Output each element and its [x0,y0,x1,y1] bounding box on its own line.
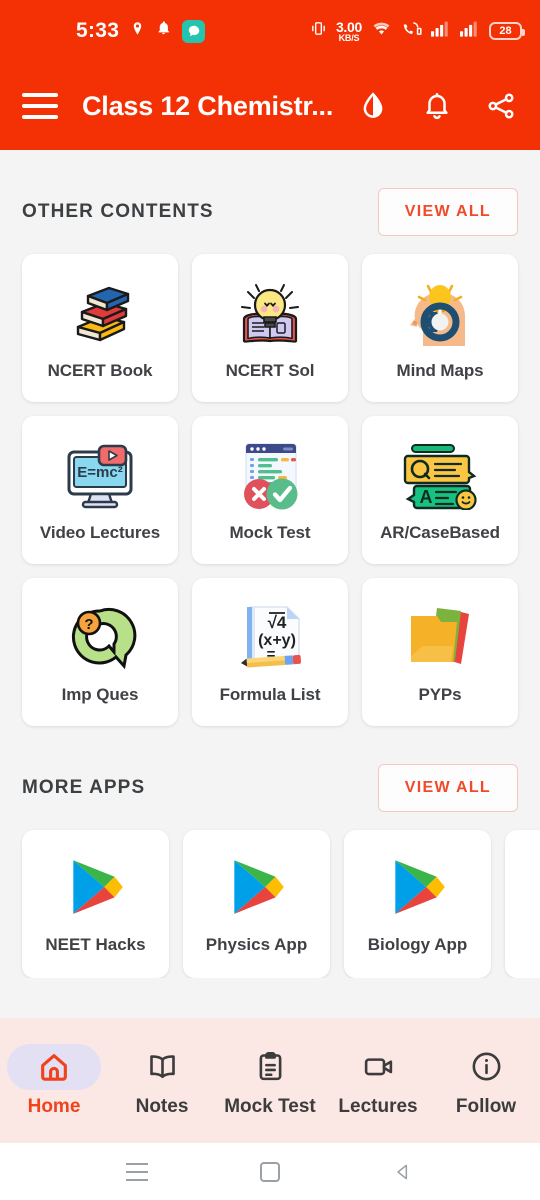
content-card-pyps[interactable]: PYPs [362,578,518,726]
more-apps-view-all-button[interactable]: VIEW ALL [377,764,518,812]
svg-text:A: A [420,487,433,507]
nav-item-notes[interactable]: Notes [108,1044,216,1118]
nav-item-label: Notes [135,1095,189,1117]
app-card-label: Physics App [205,934,308,954]
app-card-label: NEET Hacks [45,934,146,954]
svg-text:?: ? [84,616,93,633]
vibrate-icon [310,20,327,43]
nav-item-label: Home [27,1095,81,1117]
back-triangle-icon[interactable] [383,1157,423,1187]
more-apps-row[interactable]: NEET Hacks Physics App Biology App [0,812,540,978]
content-card-video-lectures[interactable]: E=mc² Video Lectures [22,416,178,564]
bell-icon [156,19,171,43]
head-gear-bulb-icon [401,275,479,353]
status-bar-right: 3.00 KB/S 28 [310,20,525,43]
content-card-label: PYPs [418,685,462,704]
page-title: Class 12 Chemistr... [82,90,334,121]
nav-item-label: Lectures [338,1095,418,1117]
content-card-ar-casebased[interactable]: A AR/CaseBased [362,416,518,564]
app-card-physics-app[interactable]: Physics App [183,830,330,978]
nav-icon-wrap [439,1044,533,1090]
other-contents-header: OTHER CONTENTS VIEW ALL [0,150,540,236]
battery-percent: 28 [499,25,512,37]
status-bar: 5:33 3.00 KB/S 28 [0,0,540,62]
bottom-navigation-bar: Home Notes Mock Test Lectures Follow [0,1018,540,1143]
content-card-label: Video Lectures [39,523,161,542]
content-card-ncert-book[interactable]: NCERT Book [22,254,178,402]
bell-icon[interactable] [420,89,454,123]
app-card-label: Biology App [367,934,468,954]
app-card-neet-hacks[interactable]: NEET Hacks [22,830,169,978]
content-card-label: Mind Maps [396,361,484,380]
nav-item-home[interactable]: Home [0,1043,108,1118]
share-icon[interactable] [484,89,518,123]
status-bar-left: 5:33 [76,19,206,44]
nav-icon-wrap [223,1044,317,1090]
more-apps-title: MORE APPS [22,777,146,798]
system-navigation-bar [0,1143,540,1200]
phone-signal-icon [401,20,422,43]
app-card-biology-app[interactable]: Biology App [344,830,491,978]
content-card-ncert-sol[interactable]: NCERT Sol [192,254,348,402]
formula-sheet-pencil-icon: √4 (x+y) = [233,599,307,677]
content-scroll-area[interactable]: OTHER CONTENTS VIEW ALL NCERT Book NCERT… [0,150,540,1018]
svg-text:√4: √4 [268,613,287,632]
nav-item-label: Mock Test [224,1095,316,1117]
play-store-icon [224,854,290,925]
content-card-mind-maps[interactable]: Mind Maps [362,254,518,402]
test-check-cross-icon [233,437,307,515]
content-card-label: Imp Ques [61,685,139,704]
play-store-icon [63,854,129,925]
more-apps-header: MORE APPS VIEW ALL [0,726,540,812]
hamburger-menu-icon[interactable] [22,93,58,119]
network-speed-unit: KB/S [338,32,360,43]
lightbulb-book-icon [234,275,306,353]
nav-item-label: Follow [455,1095,517,1117]
content-card-label: Mock Test [229,523,311,542]
signal-bars-icon [460,20,480,43]
question-q-icon: ? [62,599,138,677]
other-contents-grid: NCERT Book NCERT Sol Mind Maps E=mc² Vid… [0,236,540,726]
content-card-formula-list[interactable]: √4 (x+y) = Formula List [192,578,348,726]
content-card-label: AR/CaseBased [380,523,500,542]
monitor-play-icon: E=mc² [61,437,139,515]
app-bar: Class 12 Chemistr... [0,62,540,150]
nav-item-follow[interactable]: Follow [432,1044,540,1118]
signal-bars-icon [431,20,451,43]
battery-indicator: 28 [489,22,525,40]
play-store-icon [385,854,451,925]
content-card-label: Formula List [219,685,321,704]
network-speed: 3.00 KB/S [336,20,362,43]
content-card-label: NCERT Sol [225,361,315,380]
svg-text:E=mc²: E=mc² [77,464,122,481]
app-screen: 5:33 3.00 KB/S 28 Class 12 Chemistr... O… [0,0,540,1200]
app-card-next-partial[interactable] [505,830,540,978]
nav-icon-wrap [115,1044,209,1090]
nav-item-mock-test[interactable]: Mock Test [216,1044,324,1118]
location-pin-icon [130,19,145,44]
recents-lines-icon[interactable] [117,1157,157,1187]
wifi-icon [371,20,392,42]
status-time: 5:33 [76,19,120,42]
svg-text:(x+y): (x+y) [258,632,296,649]
folders-icon [403,599,477,677]
nav-active-pill [7,1043,101,1090]
other-contents-title: OTHER CONTENTS [22,201,214,222]
app-bar-actions [356,89,518,123]
content-card-label: NCERT Book [47,361,153,380]
other-contents-view-all-button[interactable]: VIEW ALL [377,188,518,236]
home-square-icon[interactable] [250,1157,290,1187]
books-stack-icon [62,275,138,353]
chat-bubble-icon [182,19,206,43]
qa-chat-bubbles-icon: A [400,437,480,515]
content-card-imp-ques[interactable]: ? Imp Ques [22,578,178,726]
nav-item-lectures[interactable]: Lectures [324,1044,432,1118]
content-card-mock-test[interactable]: Mock Test [192,416,348,564]
contrast-droplet-icon[interactable] [356,89,390,123]
network-speed-value: 3.00 [335,18,362,35]
nav-icon-wrap [331,1044,425,1090]
